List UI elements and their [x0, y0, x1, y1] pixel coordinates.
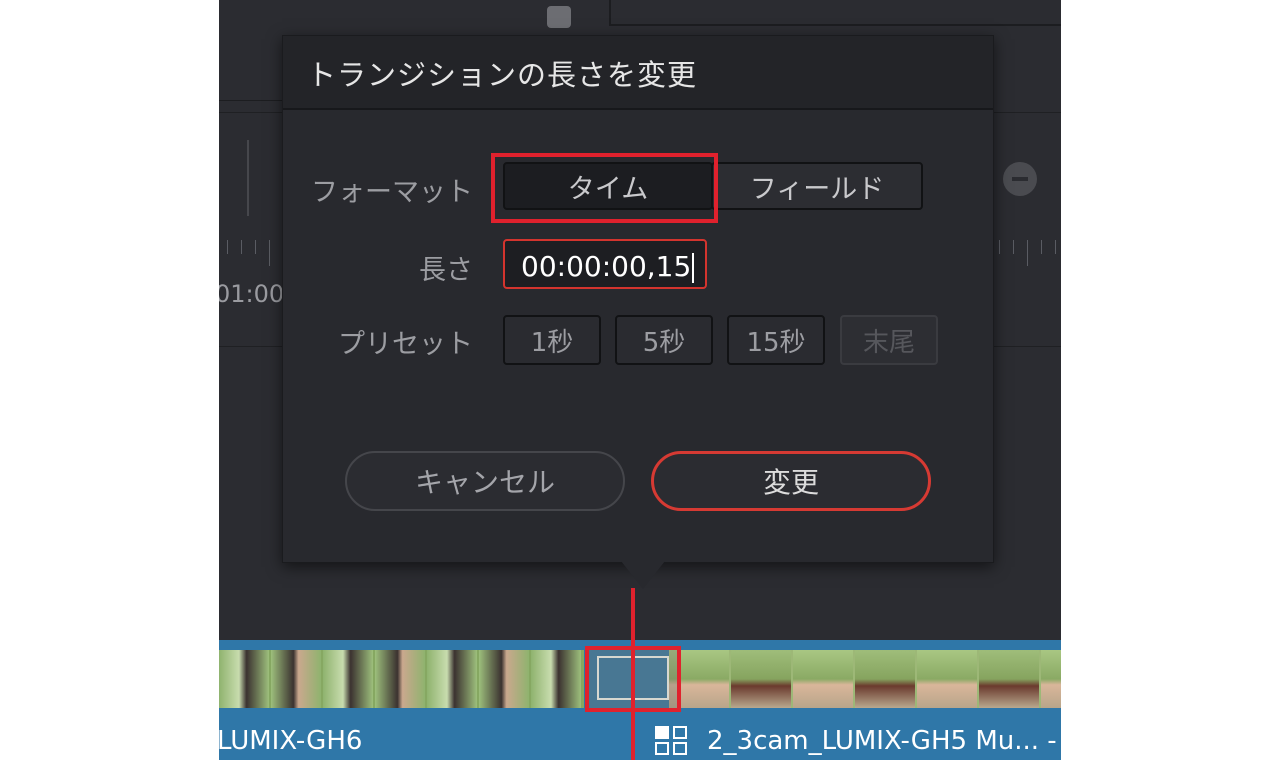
preset-5s-button[interactable]: 5秒 [615, 315, 713, 365]
thumbnail-frame [979, 650, 1039, 708]
scrub-handle[interactable] [547, 6, 571, 28]
thumbnail-frame [855, 650, 915, 708]
thumbnail-frame [917, 650, 977, 708]
thumbnail-frame [323, 650, 373, 708]
clip-left-thumbnails[interactable] [219, 650, 584, 708]
highlight-box [491, 153, 718, 223]
text-caret [692, 253, 695, 283]
zoom-out-button[interactable] [1003, 162, 1037, 196]
duration-input[interactable]: 00:00:00,15 [503, 239, 707, 289]
thumbnail-frame [427, 650, 477, 708]
preset-1s-button[interactable]: 1秒 [503, 315, 601, 365]
dialog-title: トランジションの長さを変更 [307, 58, 698, 92]
cancel-button[interactable]: キャンセル [345, 451, 625, 511]
clip-right-label: 2_3cam_LUMIX-GH5 Mu... - [707, 726, 1057, 756]
thumbnail-frame [479, 650, 529, 708]
format-label: フォーマット [311, 177, 473, 208]
clip-left-label: LUMIX-GH6 [219, 726, 363, 756]
editor-window: 01:00 LUMIX-GH6 2_3cam_LUMIX-GH5 Mu... -… [219, 0, 1061, 760]
thumbnail-frame [1041, 650, 1061, 708]
multicam-clip-icon [655, 726, 689, 756]
video-track[interactable]: LUMIX-GH6 2_3cam_LUMIX-GH5 Mu... - [219, 640, 1061, 760]
duration-value: 00:00:00,15 [521, 250, 695, 283]
format-field-button[interactable]: フィールド [711, 162, 923, 210]
thumbnail-frame [793, 650, 853, 708]
change-transition-duration-dialog: トランジションの長さを変更 フォーマット タイム フィールド 長さ 00:00:… [282, 35, 994, 563]
minus-icon [1012, 177, 1028, 181]
clip-right-thumbnails[interactable] [669, 650, 1061, 708]
playhead[interactable] [631, 588, 635, 760]
thumbnail-frame [271, 650, 321, 708]
duration-label: 長さ [419, 255, 473, 286]
ruler-timecode: 01:00 [219, 280, 285, 308]
vertical-marker [247, 140, 249, 216]
change-button[interactable]: 変更 [651, 451, 931, 511]
dialog-pointer [621, 561, 665, 589]
thumbnail-frame [375, 650, 425, 708]
thumbnail-frame [219, 650, 269, 708]
preset-label: プリセット [338, 329, 473, 360]
dialog-header: トランジションの長さを変更 [283, 36, 993, 110]
preset-15s-button[interactable]: 15秒 [727, 315, 825, 365]
thumbnail-frame [731, 650, 791, 708]
top-right-panel [609, 0, 1061, 26]
thumbnail-frame [531, 650, 581, 708]
preset-end-button: 末尾 [840, 315, 938, 365]
